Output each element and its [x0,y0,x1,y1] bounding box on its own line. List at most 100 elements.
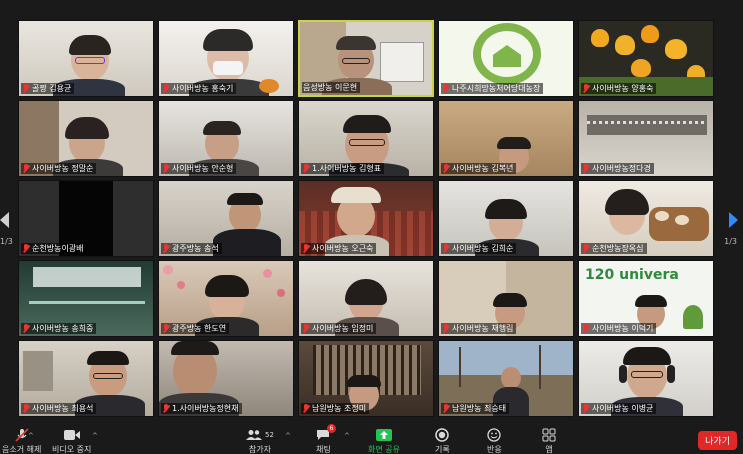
share-screen-icon [375,428,392,442]
chat-options-caret-icon[interactable]: ^ [344,432,350,440]
share-screen-button[interactable]: 화면 공유 [368,428,400,454]
participants-icon: 52 [246,428,274,442]
mic-muted-icon [582,244,590,253]
participant-name-tag: 골짱 김용균 [21,83,75,94]
smiley-face-icon [487,428,502,442]
participant-name-tag: 사이버방농 김복년 [441,163,517,174]
mic-muted-icon [22,404,30,413]
apps-button[interactable]: 앱 [542,428,556,454]
participant-tile-active-speaker[interactable]: 음성방농 이문현 [298,20,434,97]
mic-muted-icon [22,244,30,253]
mic-muted-icon [15,428,29,442]
participant-name-tag: 사이버방농 홍숙기 [161,83,237,94]
participant-tile[interactable]: 사이버방농 김복년 [438,100,574,177]
participant-name-tag: 사이버방농 김희순 [441,243,517,254]
chat-button[interactable]: 6 채팅 [316,424,337,454]
previous-page-arrow-icon[interactable] [0,212,9,228]
participant-name-tag: 사이버방농 임정미 [301,323,377,334]
participant-name-tag: 남원방농 최승태 [441,403,510,414]
mic-muted-icon [22,164,30,173]
participant-name-tag: 사이버방농 오근숙 [301,243,377,254]
page-indicator-right: 1/3 [724,237,737,246]
page-indicator-left: 1/3 [0,237,13,246]
chat-unread-badge: 6 [326,424,337,433]
reactions-button[interactable]: 반응 [487,428,502,454]
participant-tile[interactable]: 광주방농 송석 [158,180,294,257]
participant-tile[interactable]: 사이버방농 정말순 [18,100,154,177]
participant-name-tag: 사이버방농 안순형 [161,163,237,174]
apps-grid-icon [542,428,556,442]
video-options-caret-icon[interactable]: ^ [92,432,98,440]
participant-name-tag: 나주시희망농처어당대농장 [441,83,544,94]
mic-muted-icon [162,404,170,413]
participant-tile[interactable]: 사이버방농 김희순 [438,180,574,257]
participant-tile[interactable]: 순천방농이광배 [18,180,154,257]
participant-name-tag: 1.사이버방농 김형표 [301,163,385,174]
mic-muted-icon [302,404,310,413]
participant-tile[interactable]: 사이버방농 양홍숙 [578,20,714,97]
participant-tile[interactable]: 사이버방농 안순형 [158,100,294,177]
mic-muted-icon [442,84,450,93]
participant-tile[interactable]: 사이버방농정다경 [578,100,714,177]
mic-muted-icon [162,324,170,333]
participant-name-tag: 남원방농 조정미 [301,403,370,414]
record-button[interactable]: 기록 [435,428,450,454]
audio-options-caret-icon[interactable]: ^ [28,432,34,440]
participant-tile[interactable]: 사이버방농 채행림 [438,260,574,337]
univera-logo-text: 120 univera [585,267,679,283]
participant-tile[interactable]: 1.사이버방농정현채 [158,340,294,417]
participant-tile[interactable]: 골짱 김용균 [18,20,154,97]
mic-muted-icon [582,164,590,173]
participant-name-tag: 광주방농 한도연 [161,323,230,334]
participant-tile[interactable]: 사이버방농 최용석 [18,340,154,417]
participant-tile[interactable]: 1.사이버방농 김형표 [298,100,434,177]
mic-muted-icon [442,324,450,333]
participant-tile[interactable]: 광주방농 한도연 [158,260,294,337]
gallery-grid: 골짱 김용균 사이버방농 홍숙기 음성방농 이문현 나주시희망농처어당대농장 사… [18,20,714,417]
participant-name-tag: 사이버방농 최용석 [21,403,97,414]
participants-options-caret-icon[interactable]: ^ [285,432,291,440]
participant-tile[interactable]: 사이버방농 임정미 [298,260,434,337]
participant-name-tag: 사이버방농 양홍숙 [581,83,657,94]
participant-name-tag: 순천방농이광배 [21,243,87,254]
leave-meeting-button[interactable]: 나가기 [698,431,737,450]
participant-name-tag: 음성방농 이문현 [302,82,361,93]
mic-muted-icon [582,324,590,333]
participant-name-tag: 사이버방농 이병균 [581,403,657,414]
mic-muted-icon [442,404,450,413]
participant-tile[interactable]: 나주시희망농처어당대농장 [438,20,574,97]
participant-tile[interactable]: 사이버방농 오근숙 [298,180,434,257]
meeting-toolbar: 음소거 해제 ^ 비디오 중지 ^ 52 참가자 ^ 6 채팅 ^ 화면 공유 … [0,424,743,454]
participant-name-tag: 사이버방농 송희중 [21,323,97,334]
participant-name-tag: 사이버방농 채행림 [441,323,517,334]
participant-tile[interactable]: 사이버방농 이병균 [578,340,714,417]
mic-muted-icon [22,84,30,93]
participant-tile[interactable]: 남원방농 조정미 [298,340,434,417]
participant-tile[interactable]: 남원방농 최승태 [438,340,574,417]
mic-muted-icon [582,84,590,93]
next-page-arrow-icon[interactable] [729,212,738,228]
unmute-button[interactable]: 음소거 해제 [2,428,41,454]
mic-muted-icon [162,164,170,173]
participant-name-tag: 사이버방농정다경 [581,163,654,174]
participant-name-tag: 1.사이버방농정현채 [161,403,242,414]
participant-tile[interactable]: 사이버방농 송희중 [18,260,154,337]
video-camera-icon [63,428,81,442]
participant-tile[interactable]: 120 univera 사이버방농 이덕기 [578,260,714,337]
participant-name-tag: 광주방농 송석 [161,243,222,254]
participants-count: 52 [265,431,274,439]
participant-name-tag: 사이버방농 이덕기 [581,323,657,334]
mic-muted-icon [162,84,170,93]
mic-muted-icon [442,164,450,173]
chat-bubble-icon: 6 [316,424,337,442]
zoom-meeting-window: 골짱 김용균 사이버방농 홍숙기 음성방농 이문현 나주시희망농처어당대농장 사… [0,0,743,454]
participant-name-tag: 사이버방농 정말순 [21,163,97,174]
participants-button[interactable]: 52 참가자 [246,428,274,454]
mic-muted-icon [302,324,310,333]
mic-muted-icon [302,244,310,253]
mic-muted-icon [162,244,170,253]
participant-tile[interactable]: 사이버방농 홍숙기 [158,20,294,97]
participant-tile[interactable]: 순천방농장옥심 [578,180,714,257]
mic-muted-icon [302,164,310,173]
stop-video-button[interactable]: 비디오 중지 [52,428,91,454]
